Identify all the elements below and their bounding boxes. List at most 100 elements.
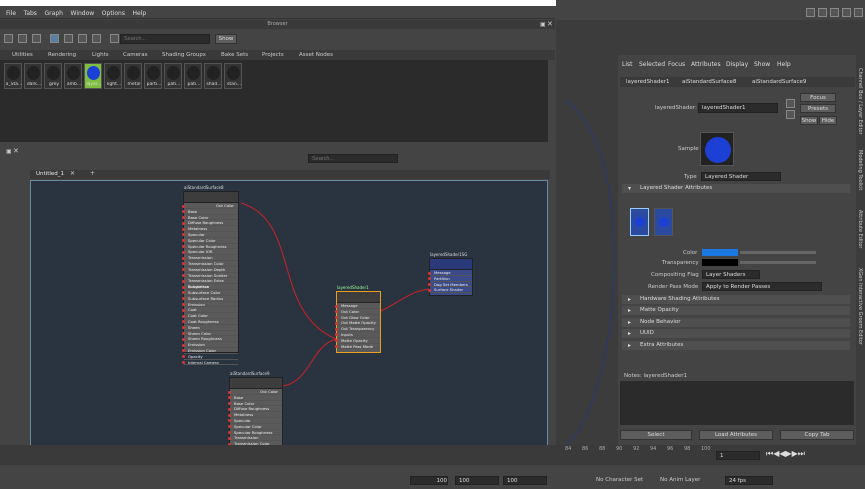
ae-menu-focus[interactable]: Focus: [668, 61, 685, 68]
range-end-field[interactable]: 100: [503, 476, 547, 485]
tab-bake-sets[interactable]: Bake Sets: [221, 52, 248, 58]
node-aistandardsurface8[interactable]: aiStandardSurface8 Out Color Base Base Co…: [182, 185, 239, 366]
fps-dropdown[interactable]: 24 fps: [725, 476, 773, 485]
menu-help[interactable]: Help: [133, 10, 147, 17]
section-extra-attributes[interactable]: Extra Attributes: [622, 341, 850, 350]
material-swatch[interactable]: parti...: [144, 63, 162, 89]
tab-cameras[interactable]: Cameras: [123, 52, 147, 58]
filter-icon[interactable]: [110, 34, 119, 43]
material-swatch[interactable]: light...: [104, 63, 122, 89]
hide-button[interactable]: Hide: [819, 116, 837, 125]
material-swatch[interactable]: metal: [124, 63, 142, 89]
section-uuid[interactable]: UUID: [622, 329, 850, 338]
copy-tab-button[interactable]: Copy Tab: [780, 430, 854, 440]
ae-menu-attributes[interactable]: Attributes: [691, 61, 721, 68]
material-swatch[interactable]: grey: [44, 63, 62, 89]
ae-tab-aistandardsurface8[interactable]: aiStandardSurface8: [682, 79, 736, 85]
go-input-icon[interactable]: [786, 99, 795, 108]
sort-icon[interactable]: [92, 34, 101, 43]
ae-menu-show[interactable]: Show: [754, 61, 770, 68]
grid-view-icon[interactable]: [50, 34, 59, 43]
material-swatch[interactable]: pati...: [164, 63, 182, 89]
layer-swatch-1[interactable]: [630, 208, 649, 236]
tab-projects[interactable]: Projects: [262, 52, 284, 58]
tab-rendering[interactable]: Rendering: [48, 52, 76, 58]
close-icon[interactable]: ✕: [13, 147, 19, 155]
menu-window[interactable]: Window: [71, 10, 95, 17]
notes-field[interactable]: [620, 381, 854, 425]
snap-icon[interactable]: [818, 8, 827, 17]
section-matte-opacity[interactable]: Matte Opacity: [622, 306, 850, 315]
tool-icon[interactable]: [18, 34, 27, 43]
material-swatch[interactable]: a_Sta...: [4, 63, 22, 89]
node-port[interactable]: Surface Shader: [428, 287, 472, 294]
ae-tab-aistandardsurface9[interactable]: aiStandardSurface9: [752, 79, 806, 85]
presets-button[interactable]: Presets: [800, 104, 836, 113]
section-hardware-shading[interactable]: Hardware Shading Attributes: [622, 295, 850, 304]
ae-menu-display[interactable]: Display: [726, 61, 748, 68]
menu-options[interactable]: Options: [102, 10, 125, 17]
color-slider[interactable]: [740, 251, 816, 254]
ae-menu-list[interactable]: List: [622, 61, 633, 68]
material-swatch[interactable]: stan...: [224, 63, 242, 89]
settings-icon[interactable]: [854, 8, 863, 17]
layout-icon[interactable]: [842, 8, 851, 17]
material-swatch[interactable]: shad...: [204, 63, 222, 89]
section-layered-shader-attributes[interactable]: Layered Shader Attributes: [622, 184, 850, 193]
transparency-swatch[interactable]: [702, 259, 738, 266]
section-node-behavior[interactable]: Node Behavior: [622, 318, 850, 327]
camera-icon[interactable]: [830, 8, 839, 17]
menu-file[interactable]: File: [6, 10, 16, 17]
tab-shading-groups[interactable]: Shading Groups: [162, 52, 206, 58]
load-attributes-button[interactable]: Load Attributes: [699, 430, 773, 440]
node-layeredshader1[interactable]: layeredShader1 Message Out Color Out Glow …: [335, 285, 381, 353]
tab-asset-nodes[interactable]: Asset Nodes: [299, 52, 333, 58]
sidetab-xgen[interactable]: XGen Interactive Groom Editor: [857, 268, 863, 345]
material-swatch-area[interactable]: a_Sta... dark... grey amb... layer... light..…: [0, 60, 548, 142]
node-port[interactable]: Matte Pass Mode: [335, 344, 380, 350]
character-set-label[interactable]: No Character Set: [596, 477, 643, 483]
show-button[interactable]: Show: [800, 116, 818, 125]
tab-utilities[interactable]: Utilities: [12, 52, 33, 58]
grid-icon[interactable]: [806, 8, 815, 17]
node-search-input[interactable]: [308, 154, 398, 163]
layer-swatch-2[interactable]: [654, 208, 673, 236]
add-tab-icon[interactable]: +: [90, 170, 95, 177]
node-aistandardsurface9[interactable]: aiStandardSurface9 Out Color Base Base Co…: [228, 371, 283, 448]
show-button[interactable]: Show: [215, 34, 237, 44]
tab-lights[interactable]: Lights: [92, 52, 109, 58]
range-start-field[interactable]: 100: [410, 476, 448, 485]
range-mid-field[interactable]: 100: [455, 476, 499, 485]
material-swatch[interactable]: amb...: [64, 63, 82, 89]
shader-name-field[interactable]: layeredShader1: [698, 103, 778, 113]
compositing-dropdown[interactable]: Layer Shaders: [702, 270, 760, 279]
type-dropdown[interactable]: Layered Shader: [701, 172, 781, 181]
sidetab-attribute-editor[interactable]: Attribute Editor: [857, 210, 863, 248]
time-slider[interactable]: 1 ⏮◀◀▶▶⏭ 84 86 88 90 92 94 96 98 100: [0, 445, 865, 465]
tool-icon[interactable]: [32, 34, 41, 43]
sort-icon[interactable]: [78, 34, 87, 43]
material-swatch[interactable]: pati...: [184, 63, 202, 89]
material-swatch[interactable]: layer...: [84, 63, 102, 89]
tool-icon[interactable]: [4, 34, 13, 43]
current-frame-field[interactable]: 1: [716, 451, 760, 460]
ae-tab-layeredshader1[interactable]: layeredShader1: [626, 79, 670, 85]
ae-menu-help[interactable]: Help: [777, 61, 791, 68]
list-view-icon[interactable]: [64, 34, 73, 43]
browser-search-input[interactable]: [120, 34, 210, 44]
float-icon[interactable]: ▣: [6, 148, 12, 155]
render-pass-dropdown[interactable]: Apply to Render Passes: [702, 282, 822, 291]
float-icon[interactable]: ▣: [540, 21, 546, 28]
node-layeredshader1sg[interactable]: layeredShader1SG Message Partition Dag Set…: [428, 252, 473, 296]
node-graph-canvas[interactable]: aiStandardSurface8 Out Color Base Base Co…: [30, 180, 548, 448]
sidetab-modeling-toolkit[interactable]: Modeling Toolkit: [857, 150, 863, 190]
transparency-slider[interactable]: [740, 261, 816, 264]
select-button[interactable]: Select: [620, 430, 692, 440]
node-port[interactable]: Internal Camera: [182, 360, 238, 366]
go-output-icon[interactable]: [786, 110, 795, 119]
close-tab-icon[interactable]: ✕: [70, 170, 75, 177]
anim-layer-label[interactable]: No Anim Layer: [660, 477, 700, 483]
color-swatch[interactable]: [702, 249, 738, 256]
close-icon[interactable]: ✕: [547, 20, 553, 28]
tab-untitled[interactable]: Untitled_1: [36, 171, 64, 177]
